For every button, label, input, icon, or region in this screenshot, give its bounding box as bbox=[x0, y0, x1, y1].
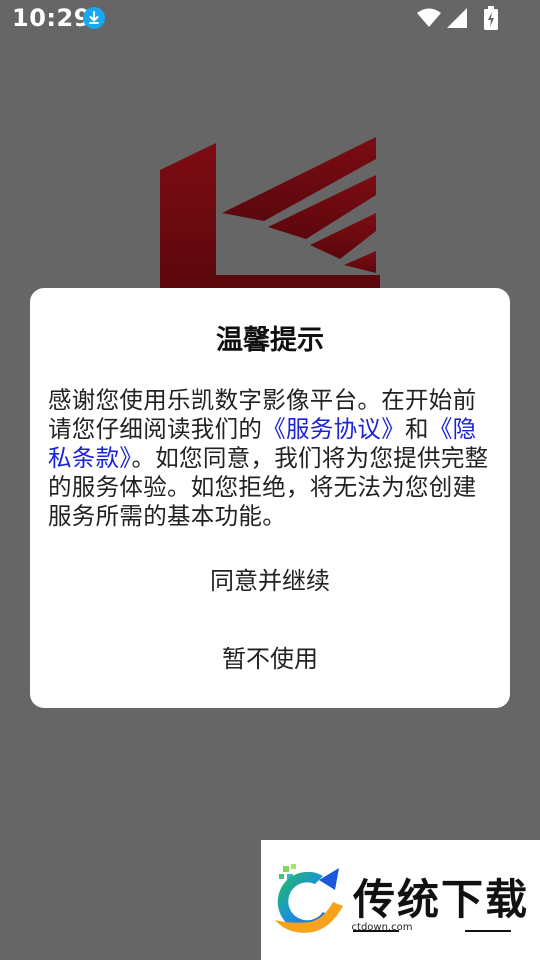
agree-continue-button[interactable]: 同意并继续 bbox=[30, 564, 510, 598]
decline-button[interactable]: 暂不使用 bbox=[30, 642, 510, 676]
signal-icon bbox=[446, 7, 468, 33]
message-text-2: 和 bbox=[405, 415, 429, 443]
dialog-message: 感谢您使用乐凯数字影像平台。在开始前请您仔细阅读我们的《服务协议》和《隐私条款》… bbox=[48, 386, 494, 531]
status-bar: 10:29 bbox=[0, 0, 540, 40]
screen: 10:29 温馨提示 感谢您使用乐凯数字影像平台。在开始前请您仔细阅读我们的《服… bbox=[0, 0, 540, 960]
dialog-title: 温馨提示 bbox=[216, 325, 324, 356]
download-icon bbox=[83, 7, 105, 29]
watermark-divider-right bbox=[465, 930, 511, 932]
watermark-url: ctdown.com bbox=[351, 922, 413, 933]
battery-icon bbox=[484, 6, 498, 34]
wifi-icon bbox=[416, 7, 442, 33]
brand-logo bbox=[158, 135, 380, 295]
watermark: 传统下载 ctdown.com bbox=[261, 840, 540, 960]
service-agreement-link[interactable]: 《服务协议》 bbox=[262, 415, 405, 443]
status-time: 10:29 bbox=[12, 4, 91, 32]
watermark-name: 传统下载 bbox=[353, 875, 530, 924]
